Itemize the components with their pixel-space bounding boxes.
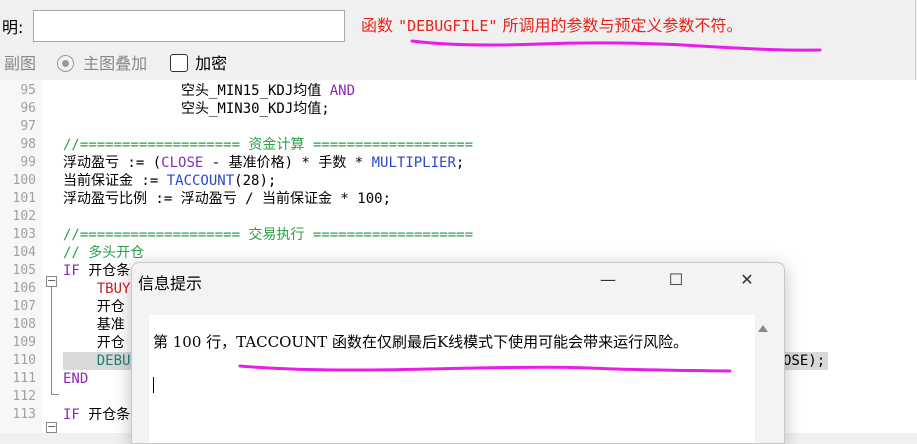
dialog-title: 信息提示 (138, 274, 203, 293)
line-number: 106 (12, 281, 36, 296)
line-number: 109 (12, 335, 36, 350)
line-number: 96 (20, 101, 36, 116)
fold-toggle-113[interactable]: − (46, 421, 57, 433)
line-number: 100 (12, 173, 36, 188)
line-number: 99 (20, 155, 36, 170)
code-line[interactable]: 104 // 多头开仓 (0, 244, 917, 262)
dialog-message-area[interactable]: 第 100 行，TACCOUNT 函数在仅刷最后K线模式下使用可能会带来运行风险… (149, 315, 755, 443)
line-number: 97 (20, 119, 36, 134)
code-line[interactable]: 103 //=================== 交易执行 ==========… (0, 226, 917, 244)
main-overlay-radio[interactable] (57, 55, 74, 72)
encrypt-option[interactable]: 加密 (170, 50, 227, 74)
line-number: 102 (12, 209, 36, 224)
code-text: END (63, 371, 89, 387)
fold-toggle-105[interactable]: − (46, 275, 57, 287)
close-button[interactable]: ✕ (724, 263, 770, 297)
code-text: IF 开仓条 (63, 407, 131, 423)
code-text-tail: OSE); (783, 353, 826, 369)
code-text: //=================== 交易执行 =============… (63, 227, 474, 243)
code-text: // 多头开仓 (63, 245, 145, 261)
fold-guide (51, 287, 52, 394)
line-number: 103 (12, 227, 36, 242)
code-line[interactable]: 100 当前保证金 := TACCOUNT(28); (0, 172, 917, 190)
error-message-prefix: 函数 (361, 16, 399, 35)
description-input[interactable] (33, 10, 345, 42)
line-number: 104 (12, 245, 36, 260)
code-text: IF 开仓条 (63, 263, 131, 279)
line-number: 101 (12, 191, 36, 206)
code-line[interactable]: 96 空头_MIN30_KDJ均值; (0, 100, 917, 118)
encrypt-label: 加密 (195, 54, 228, 73)
code-text: 开仓 (63, 299, 125, 315)
code-text: 空头_MIN15_KDJ均值 AND (63, 83, 356, 99)
code-text: DEBU (63, 353, 131, 369)
line-number: 105 (12, 263, 36, 278)
code-line[interactable]: 102 (0, 208, 917, 226)
code-line[interactable]: 98 //=================== 资金计算 ===========… (0, 136, 917, 154)
minimize-button[interactable]: — (585, 263, 631, 297)
line-number: 110 (12, 353, 36, 368)
line-number: 107 (12, 299, 36, 314)
scroll-up-arrow[interactable] (758, 325, 768, 332)
fold-guide-end (51, 394, 59, 395)
main-overlay-label: 主图叠加 (83, 54, 148, 73)
code-text: 当前保证金 := TACCOUNT(28); (63, 173, 277, 189)
code-text: 空头_MIN30_KDJ均值; (63, 101, 330, 117)
error-message-function: "DEBUGFILE" (398, 17, 498, 35)
maximize-button[interactable]: ☐ (653, 263, 699, 297)
code-text: //=================== 资金计算 =============… (63, 137, 474, 153)
code-text: 开仓 (63, 335, 125, 351)
error-message-suffix: 所调用的参数与预定义参数不符。 (497, 16, 743, 35)
code-text: 浮动盈亏 := (CLOSE - 基准价格) * 手数 * MULTIPLIER… (63, 155, 465, 171)
header-panel: 明: 函数 "DEBUGFILE" 所调用的参数与预定义参数不符。 副图 主图叠… (0, 0, 917, 80)
header-divider (915, 0, 916, 80)
sub-chart-option[interactable]: 副图 (4, 50, 36, 74)
code-line[interactable]: 97 (0, 118, 917, 136)
code-line[interactable]: 101 浮动盈亏比例 := 浮动盈亏 / 当前保证金 * 100; (0, 190, 917, 208)
code-text: TBUY (63, 281, 131, 297)
main-overlay-option[interactable]: 主图叠加 (57, 50, 147, 74)
error-message: 函数 "DEBUGFILE" 所调用的参数与预定义参数不符。 (361, 12, 743, 36)
info-dialog: 信息提示 — ☐ ✕ 第 100 行，TACCOUNT 函数在仅刷最后K线模式下… (131, 262, 785, 444)
dialog-message: 第 100 行，TACCOUNT 函数在仅刷最后K线模式下使用可能会带来运行风险… (153, 333, 689, 351)
description-label: 明: (2, 18, 24, 37)
code-text: 基准 (63, 317, 125, 333)
line-number: 113 (12, 407, 36, 422)
code-text: 浮动盈亏比例 := 浮动盈亏 / 当前保证金 * 100; (63, 191, 392, 207)
line-number: 112 (12, 389, 36, 404)
encrypt-checkbox[interactable] (170, 54, 188, 72)
code-line[interactable]: 99 浮动盈亏 := (CLOSE - 基准价格) * 手数 * MULTIPLI… (0, 154, 917, 172)
line-number: 108 (12, 317, 36, 332)
line-number: 95 (20, 83, 36, 98)
line-number: 98 (20, 137, 36, 152)
code-line[interactable]: 95 空头_MIN15_KDJ均值 AND (0, 82, 917, 100)
text-caret (153, 377, 154, 393)
line-number: 111 (12, 371, 36, 386)
